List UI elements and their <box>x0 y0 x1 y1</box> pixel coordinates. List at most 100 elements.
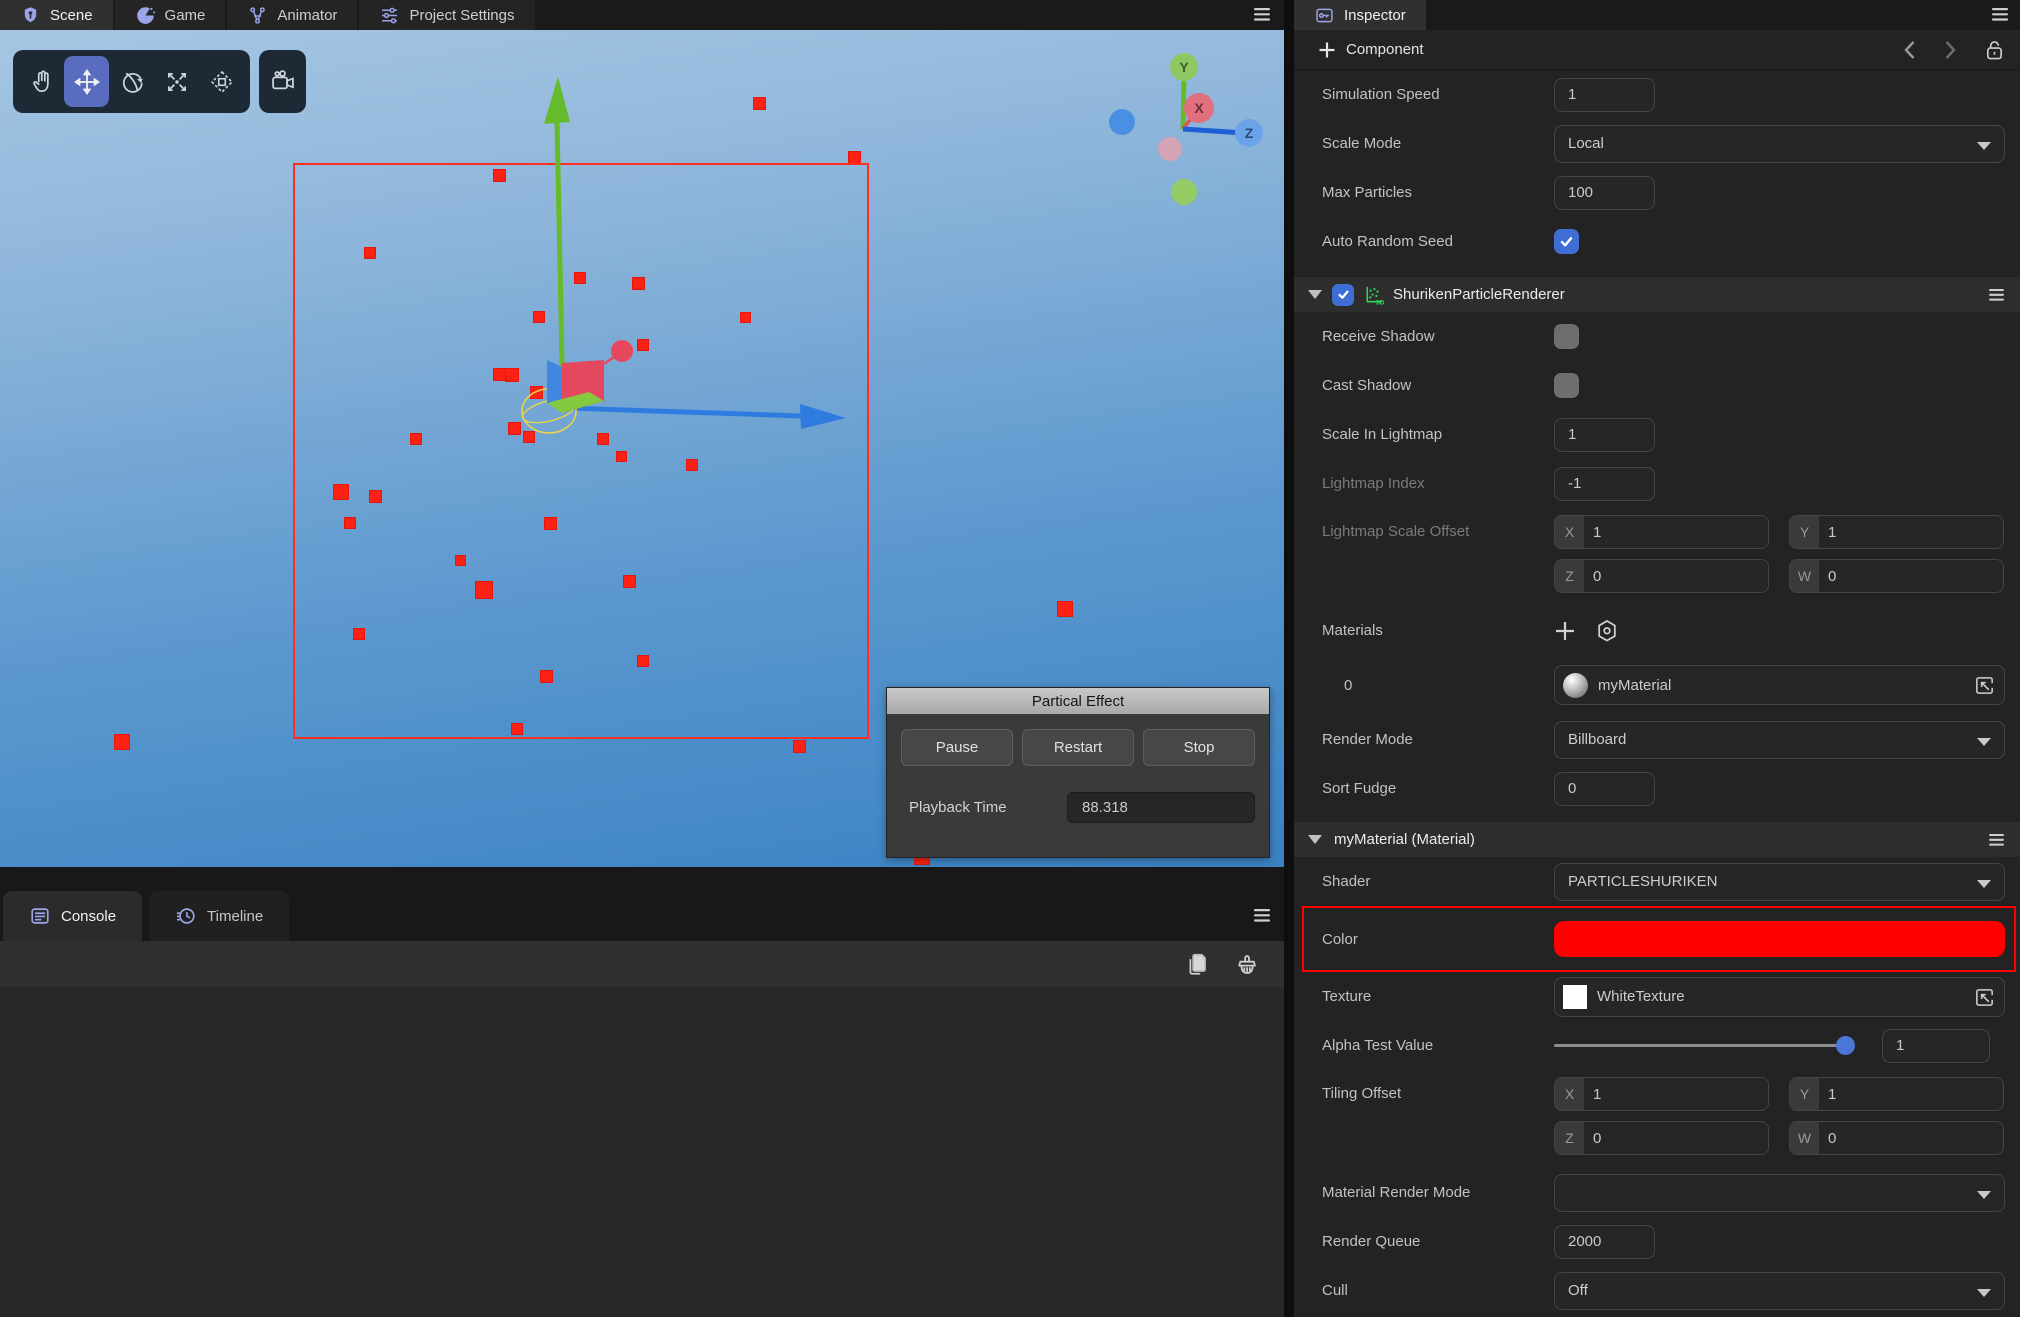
receive-shadow-checkbox[interactable] <box>1554 324 1579 349</box>
tab-scene[interactable]: Scene <box>0 0 113 30</box>
hand-icon <box>29 69 55 95</box>
section-header-shuriken-particle-renderer[interactable]: 3D ShurikenParticleRenderer <box>1294 277 2020 312</box>
particle <box>623 575 636 588</box>
inspector-pane: Inspector Component <box>1294 0 2020 1317</box>
inspector-menu-icon[interactable] <box>1992 8 2008 21</box>
restart-button[interactable]: Restart <box>1022 729 1134 766</box>
playback-time-input[interactable]: 88.318 <box>1067 792 1255 823</box>
slider-thumb[interactable] <box>1836 1036 1855 1055</box>
render-queue-input[interactable]: 2000 <box>1554 1225 1655 1259</box>
reference-picker-icon[interactable] <box>1973 674 1996 697</box>
collapse-triangle-icon[interactable] <box>1308 835 1322 844</box>
scene-viewport[interactable]: Y X Z <box>0 30 1284 867</box>
max-particles-input[interactable]: 100 <box>1554 176 1655 210</box>
plus-icon[interactable] <box>1318 41 1336 59</box>
simulation-speed-input[interactable]: 1 <box>1554 78 1655 112</box>
transform-icon <box>209 69 235 95</box>
scale-in-lightmap-input[interactable]: 1 <box>1554 418 1655 452</box>
tab-game[interactable]: Game <box>115 0 226 30</box>
tiling-offset-w-field[interactable]: W 0 <box>1789 1121 2004 1155</box>
shield-icon <box>20 5 41 26</box>
field-label: Render Mode <box>1322 731 1554 748</box>
auto-random-seed-checkbox[interactable] <box>1554 229 1579 254</box>
hand-tool-button[interactable] <box>19 56 64 107</box>
tab-label: Project Settings <box>409 7 514 24</box>
add-material-icon[interactable] <box>1554 620 1576 642</box>
chevron-down-icon <box>1977 1289 1991 1297</box>
field-label: Sort Fudge <box>1322 780 1554 797</box>
clear-icon[interactable] <box>1233 951 1260 978</box>
alpha-test-slider[interactable] <box>1554 1044 1850 1047</box>
sort-fudge-input[interactable]: 0 <box>1554 772 1655 806</box>
section-menu-icon[interactable] <box>1989 834 2004 846</box>
copy-icon[interactable] <box>1185 951 1211 977</box>
lightmap-scale-offset-z-field[interactable]: Z 0 <box>1554 559 1769 593</box>
pause-button[interactable]: Pause <box>901 729 1013 766</box>
field-label: Auto Random Seed <box>1322 233 1554 250</box>
tiling-offset-z-field[interactable]: Z 0 <box>1554 1121 1769 1155</box>
shader-dropdown[interactable]: PARTICLESHURIKEN <box>1554 863 2005 901</box>
section-header-mymaterial[interactable]: myMaterial (Material) <box>1294 822 2020 857</box>
component-enabled-checkbox[interactable] <box>1332 284 1354 306</box>
cull-dropdown[interactable]: Off <box>1554 1272 2005 1310</box>
particle <box>493 169 506 182</box>
scene-pane: Scene Game Animator Project Settings <box>0 0 1284 867</box>
material-reference-field[interactable]: myMaterial <box>1554 665 2005 705</box>
tab-console[interactable]: Console <box>3 891 142 941</box>
camera-preview-button[interactable] <box>259 50 306 113</box>
particle <box>686 459 698 471</box>
lightmap-scale-offset-w-field[interactable]: W 0 <box>1789 559 2004 593</box>
lock-icon[interactable] <box>1985 39 2004 61</box>
field-label: Max Particles <box>1322 184 1554 201</box>
chevron-left-icon[interactable] <box>1903 40 1916 60</box>
texture-name: WhiteTexture <box>1597 988 1685 1005</box>
lightmap-index-input[interactable]: -1 <box>1554 467 1655 501</box>
rotate-tool-button[interactable] <box>109 56 154 107</box>
material-render-mode-dropdown[interactable] <box>1554 1174 2005 1212</box>
hexagon-settings-icon[interactable] <box>1594 618 1620 644</box>
console-menu-icon[interactable] <box>1254 909 1270 922</box>
scale-mode-dropdown[interactable]: Local <box>1554 125 2005 163</box>
color-swatch[interactable] <box>1554 921 2005 957</box>
tab-project-settings[interactable]: Project Settings <box>359 0 534 30</box>
particle <box>508 422 521 435</box>
chevron-down-icon <box>1977 738 1991 746</box>
field-label: Alpha Test Value <box>1322 1037 1554 1054</box>
render-mode-dropdown[interactable]: Billboard <box>1554 721 2005 759</box>
editor-window: Scene Game Animator Project Settings <box>0 0 2020 1317</box>
panel-divider[interactable] <box>1284 0 1294 1317</box>
add-component-label[interactable]: Component <box>1346 41 1424 58</box>
row-cast-shadow: Cast Shadow <box>1294 361 2020 410</box>
inspector-tabbar: Inspector <box>1294 0 2020 30</box>
scale-tool-button[interactable] <box>154 56 199 107</box>
tab-animator[interactable]: Animator <box>227 0 357 30</box>
move-tool-button[interactable] <box>64 56 109 107</box>
stop-button[interactable]: Stop <box>1143 729 1255 766</box>
chevron-right-icon[interactable] <box>1944 40 1957 60</box>
lightmap-scale-offset-y-field[interactable]: Y 1 <box>1789 515 2004 549</box>
console-output[interactable] <box>0 987 1284 1317</box>
particle-renderer-icon: 3D <box>1362 283 1385 306</box>
transform-tool-button[interactable] <box>199 56 244 107</box>
tab-timeline[interactable]: Timeline <box>149 891 289 941</box>
scene-menu-icon[interactable] <box>1254 8 1270 21</box>
dropdown-value: Billboard <box>1568 731 1626 748</box>
row-simulation-speed: Simulation Speed 1 <box>1294 70 2020 119</box>
lightmap-scale-offset-x-field[interactable]: X 1 <box>1554 515 1769 549</box>
collapse-triangle-icon[interactable] <box>1308 290 1322 299</box>
particle <box>1057 601 1073 617</box>
cast-shadow-checkbox[interactable] <box>1554 373 1579 398</box>
tab-inspector[interactable]: Inspector <box>1294 0 1426 30</box>
reference-picker-icon[interactable] <box>1973 986 1996 1009</box>
alpha-test-input[interactable]: 1 <box>1882 1029 1990 1063</box>
row-texture: Texture WhiteTexture <box>1294 972 2020 1021</box>
particle <box>475 581 493 599</box>
section-menu-icon[interactable] <box>1989 289 2004 301</box>
svg-text:3D: 3D <box>1376 300 1385 306</box>
tiling-offset-x-field[interactable]: X 1 <box>1554 1077 1769 1111</box>
y-prefix: Y <box>1790 516 1819 548</box>
tiling-offset-y-field[interactable]: Y 1 <box>1789 1077 2004 1111</box>
particle <box>530 386 543 399</box>
texture-reference-field[interactable]: WhiteTexture <box>1554 977 2005 1017</box>
particle <box>353 628 365 640</box>
